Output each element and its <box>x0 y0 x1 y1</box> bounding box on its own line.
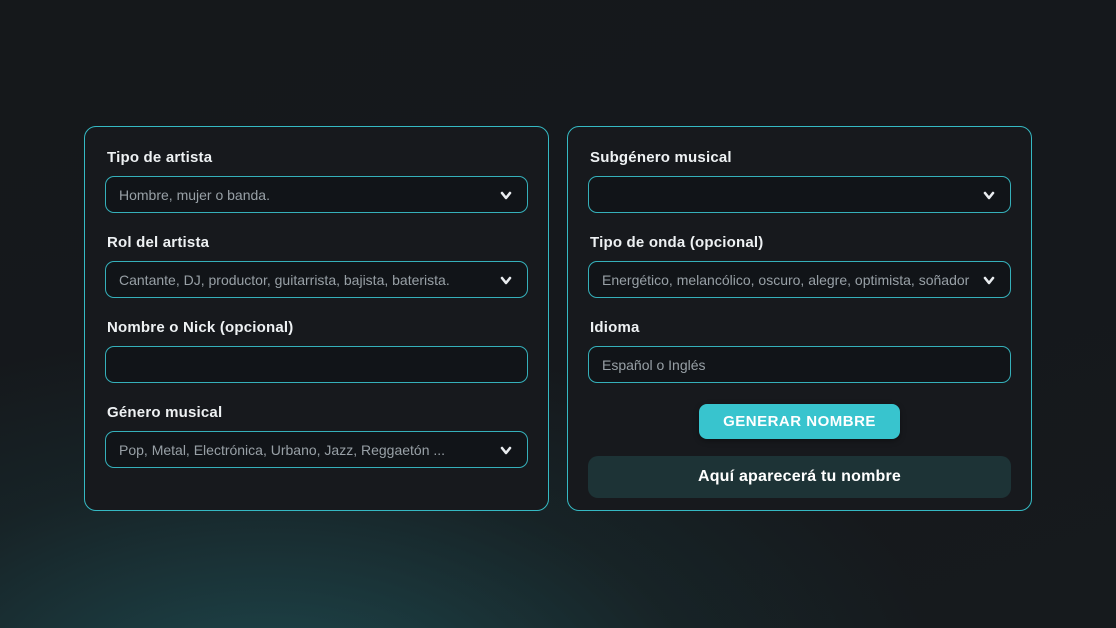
language-label: Idioma <box>590 319 1011 336</box>
right-form-panel: Subgénero musical Tipo de onda (opcional… <box>567 126 1032 511</box>
language-group: Idioma <box>588 319 1011 383</box>
generate-button-row: GENERAR NOMBRE <box>588 404 1011 439</box>
language-field-wrap <box>588 346 1011 383</box>
chevron-down-icon <box>498 272 514 288</box>
music-genre-group: Género musical Pop, Metal, Electrónica, … <box>105 404 528 468</box>
left-form-panel: Tipo de artista Hombre, mujer o banda. R… <box>84 126 549 511</box>
vibe-type-select[interactable]: Energético, melancólico, oscuro, alegre,… <box>588 261 1011 298</box>
music-genre-select[interactable]: Pop, Metal, Electrónica, Urbano, Jazz, R… <box>105 431 528 468</box>
name-nick-group: Nombre o Nick (opcional) <box>105 319 528 383</box>
music-subgenre-select[interactable] <box>588 176 1011 213</box>
name-nick-input[interactable] <box>119 357 514 373</box>
chevron-down-icon <box>981 187 997 203</box>
chevron-down-icon <box>498 442 514 458</box>
language-input[interactable] <box>602 357 997 373</box>
artist-role-group: Rol del artista Cantante, DJ, productor,… <box>105 234 528 298</box>
artist-type-label: Tipo de artista <box>107 149 528 166</box>
artist-type-group: Tipo de artista Hombre, mujer o banda. <box>105 149 528 213</box>
name-nick-label: Nombre o Nick (opcional) <box>107 319 528 336</box>
artist-type-placeholder: Hombre, mujer o banda. <box>119 187 490 203</box>
artist-role-label: Rol del artista <box>107 234 528 251</box>
chevron-down-icon <box>498 187 514 203</box>
music-genre-placeholder: Pop, Metal, Electrónica, Urbano, Jazz, R… <box>119 442 490 458</box>
artist-role-placeholder: Cantante, DJ, productor, guitarrista, ba… <box>119 272 490 288</box>
name-nick-field-wrap <box>105 346 528 383</box>
generate-name-button[interactable]: GENERAR NOMBRE <box>699 404 900 439</box>
music-subgenre-group: Subgénero musical <box>588 149 1011 213</box>
vibe-type-placeholder: Energético, melancólico, oscuro, alegre,… <box>602 272 973 288</box>
music-subgenre-label: Subgénero musical <box>590 149 1011 166</box>
music-genre-label: Género musical <box>107 404 528 421</box>
generated-name-result: Aquí aparecerá tu nombre <box>588 456 1011 498</box>
vibe-type-label: Tipo de onda (opcional) <box>590 234 1011 251</box>
artist-role-select[interactable]: Cantante, DJ, productor, guitarrista, ba… <box>105 261 528 298</box>
chevron-down-icon <box>981 272 997 288</box>
artist-name-generator-page: Tipo de artista Hombre, mujer o banda. R… <box>0 0 1116 628</box>
artist-type-select[interactable]: Hombre, mujer o banda. <box>105 176 528 213</box>
vibe-type-group: Tipo de onda (opcional) Energético, mela… <box>588 234 1011 298</box>
